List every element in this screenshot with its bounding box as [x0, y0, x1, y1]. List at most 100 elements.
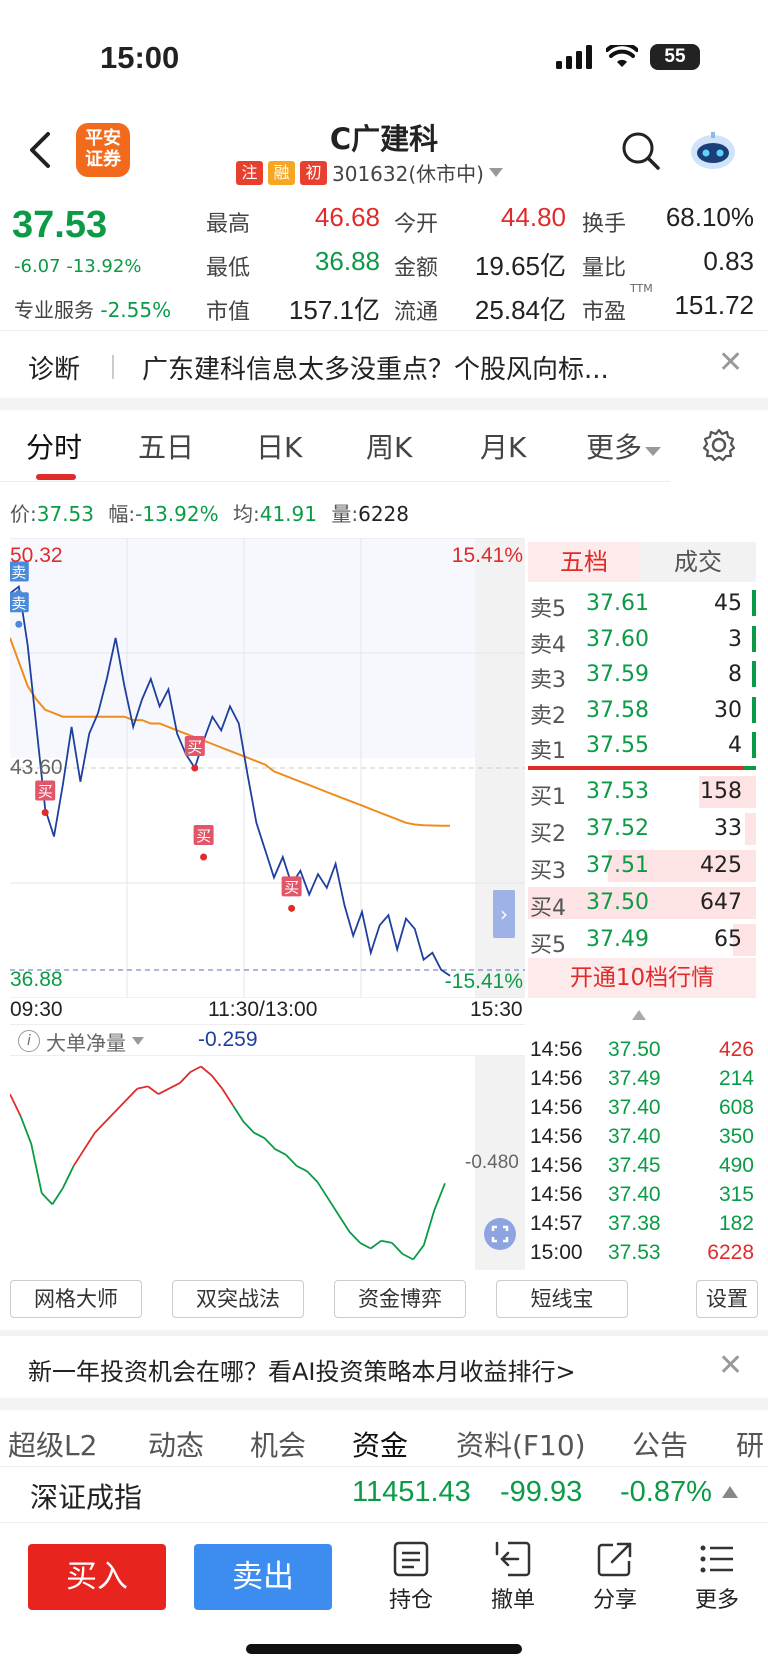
diagnosis-divider — [112, 355, 114, 379]
tab-trades[interactable]: 成交 — [640, 542, 756, 582]
tool-settings[interactable]: 设置 — [696, 1280, 758, 1318]
indicator-selector[interactable]: i 大单净量 — [18, 1028, 144, 1055]
turnover-value: 68.10% — [665, 202, 754, 232]
turnover-label: 换手 — [582, 212, 627, 237]
buy-level-row[interactable]: 买5 37.49 65 — [528, 922, 756, 958]
mktcap-value: 157.1亿 — [288, 295, 380, 325]
trade-time: 14:56 — [530, 1125, 583, 1148]
gear-icon[interactable] — [702, 428, 736, 462]
caret-down-icon — [132, 1037, 144, 1045]
tab-order-book[interactable]: 五档 — [528, 542, 640, 582]
tab-opportunity[interactable]: 机会 — [250, 1424, 306, 1464]
sell-button[interactable]: 卖出 — [194, 1544, 332, 1610]
share-button[interactable]: 分享 — [580, 1540, 650, 1614]
float-label: 流通 — [394, 300, 439, 325]
trade-marker-label: 买 — [196, 827, 211, 845]
level-price: 37.49 — [586, 927, 649, 952]
index-name: 深证成指 — [30, 1481, 143, 1514]
tab-f10[interactable]: 资料(F10) — [456, 1424, 586, 1464]
tab-super-l2[interactable]: 超级L2 — [8, 1424, 97, 1464]
depth-tick — [752, 732, 756, 758]
tool-double-breakout[interactable]: 双突战法 — [172, 1280, 304, 1318]
tab-monthly-k[interactable]: 月K — [480, 426, 526, 466]
x-label-close: 15:30 — [470, 998, 523, 1021]
level-label: 卖5 — [530, 597, 566, 622]
open-label: 今开 — [394, 212, 439, 237]
level-price: 37.60 — [586, 626, 649, 652]
indicator-value: -0.259 — [198, 1028, 258, 1051]
trade-marker-label: 买 — [284, 878, 299, 896]
info-vol: 6228 — [358, 502, 409, 526]
sell-level-row[interactable]: 卖4 37.60 3 — [528, 622, 756, 658]
level-volume: 8 — [728, 662, 742, 687]
level-label: 卖1 — [530, 739, 566, 764]
tab-research[interactable]: 研 — [736, 1424, 768, 1464]
tabs-bottom-divider — [0, 1466, 768, 1467]
tab-news[interactable]: 动态 — [148, 1424, 204, 1464]
intraday-price-chart[interactable]: 卖卖买买买买 — [10, 538, 525, 998]
tab-weekly-k[interactable]: 周K — [366, 426, 412, 466]
caret-up-icon[interactable] — [632, 1010, 646, 1020]
holdings-button[interactable]: 持仓 — [376, 1540, 446, 1614]
tool-capital-game[interactable]: 资金博弈 — [334, 1280, 466, 1318]
trade-price: 37.40 — [608, 1125, 661, 1148]
sell-level-row[interactable]: 卖2 37.58 30 — [528, 693, 756, 729]
level-volume: 425 — [700, 853, 742, 878]
trade-price: 37.40 — [608, 1183, 661, 1206]
index-pct: -0.87% — [620, 1476, 712, 1508]
tab-more-label: 更多 — [586, 431, 643, 464]
buy-level-row[interactable]: 买1 37.53 158 — [528, 774, 756, 810]
buy-level-row[interactable]: 买2 37.52 33 — [528, 811, 756, 847]
trade-marker-dot — [41, 808, 49, 816]
home-indicator — [246, 1644, 522, 1654]
trade-price: 37.53 — [608, 1241, 661, 1264]
ad-close-icon[interactable]: ✕ — [718, 1348, 743, 1383]
trade-marker-label: 买 — [38, 782, 53, 800]
trade-time: 14:57 — [530, 1212, 583, 1235]
buy-level-row[interactable]: 买3 37.51 425 — [528, 848, 756, 884]
level-label: 卖2 — [530, 703, 566, 729]
trade-marker-dot — [200, 853, 208, 861]
trade-volume: 350 — [718, 1125, 754, 1148]
chart-high-pct: 15.41% — [451, 544, 523, 567]
tab-announcement[interactable]: 公告 — [632, 1424, 688, 1464]
net-volume-chart[interactable] — [10, 1056, 525, 1270]
level-volume: 30 — [714, 697, 742, 723]
tab-more[interactable]: 更多 — [586, 426, 662, 466]
fullscreen-icon[interactable] — [484, 1218, 516, 1250]
depth-tick — [752, 696, 756, 723]
caret-up-icon[interactable] — [722, 1486, 738, 1498]
diagnosis-banner[interactable]: 诊断 广东建科信息太多没重点？个股风向标... ✕ — [0, 330, 768, 398]
share-label: 分享 — [592, 1588, 637, 1613]
diagnosis-close-icon[interactable]: ✕ — [718, 345, 743, 380]
tab-intraday[interactable]: 分时 — [26, 426, 82, 466]
buy-button[interactable]: 买入 — [28, 1544, 166, 1610]
info-price-label: 价: — [10, 502, 37, 526]
tool-short-term[interactable]: 短线宝 — [496, 1280, 628, 1318]
trade-row: 14:56 37.45 490 — [530, 1152, 754, 1181]
vol-ratio-label: 量比 — [582, 256, 627, 281]
holdings-icon — [393, 1541, 429, 1577]
more-button[interactable]: 更多 — [682, 1540, 752, 1614]
active-tab-indicator — [36, 474, 76, 480]
tab-five-day[interactable]: 五日 — [138, 426, 194, 466]
tab-capital[interactable]: 资金 — [352, 1424, 408, 1464]
expand-panel-icon[interactable]: › — [493, 890, 515, 938]
open-l2-button[interactable]: 开通10档行情 — [528, 958, 756, 998]
sell-level-row[interactable]: 卖5 37.61 45 — [528, 586, 756, 622]
index-change: -99.93 — [500, 1476, 583, 1508]
tab-daily-k[interactable]: 日K — [256, 426, 302, 466]
sell-level-row[interactable]: 卖3 37.59 8 — [528, 657, 756, 693]
buy-level-row[interactable]: 买4 37.50 647 — [528, 885, 756, 921]
cancel-order-button[interactable]: 撤单 — [478, 1540, 548, 1614]
tool-grid-master[interactable]: 网格大师 — [10, 1280, 142, 1318]
sell-level-row[interactable]: 卖1 37.55 4 — [528, 728, 756, 764]
depth-tick — [752, 661, 756, 687]
trade-price: 37.45 — [608, 1154, 661, 1177]
net-line-negative — [19, 1104, 446, 1261]
trade-price: 37.40 — [608, 1096, 661, 1119]
ad-banner-text[interactable]: 新一年投资机会在哪？看AI投资策略本月收益排行> — [28, 1352, 576, 1387]
info-price: 37.53 — [36, 502, 95, 526]
more-menu-icon — [700, 1545, 733, 1573]
amount-label: 金额 — [394, 256, 439, 281]
